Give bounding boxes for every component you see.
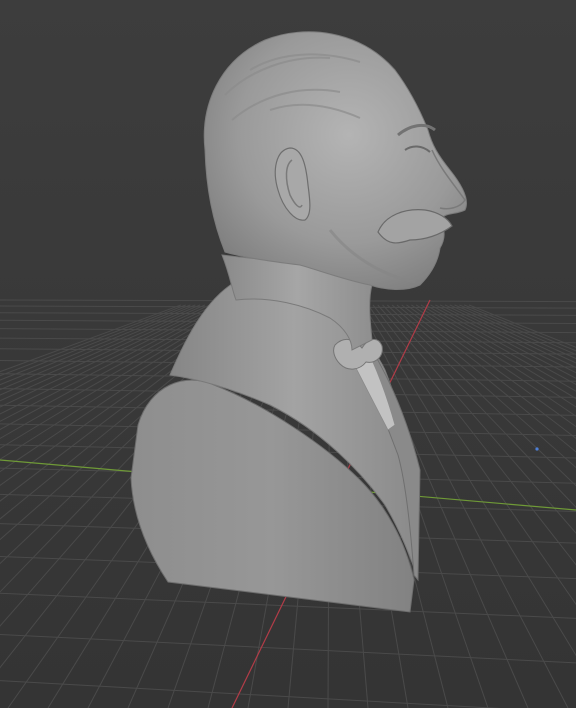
viewport-canvas[interactable]: [0, 0, 576, 708]
3d-viewport[interactable]: [0, 0, 576, 708]
axis-gizmo-dot: [535, 447, 539, 451]
